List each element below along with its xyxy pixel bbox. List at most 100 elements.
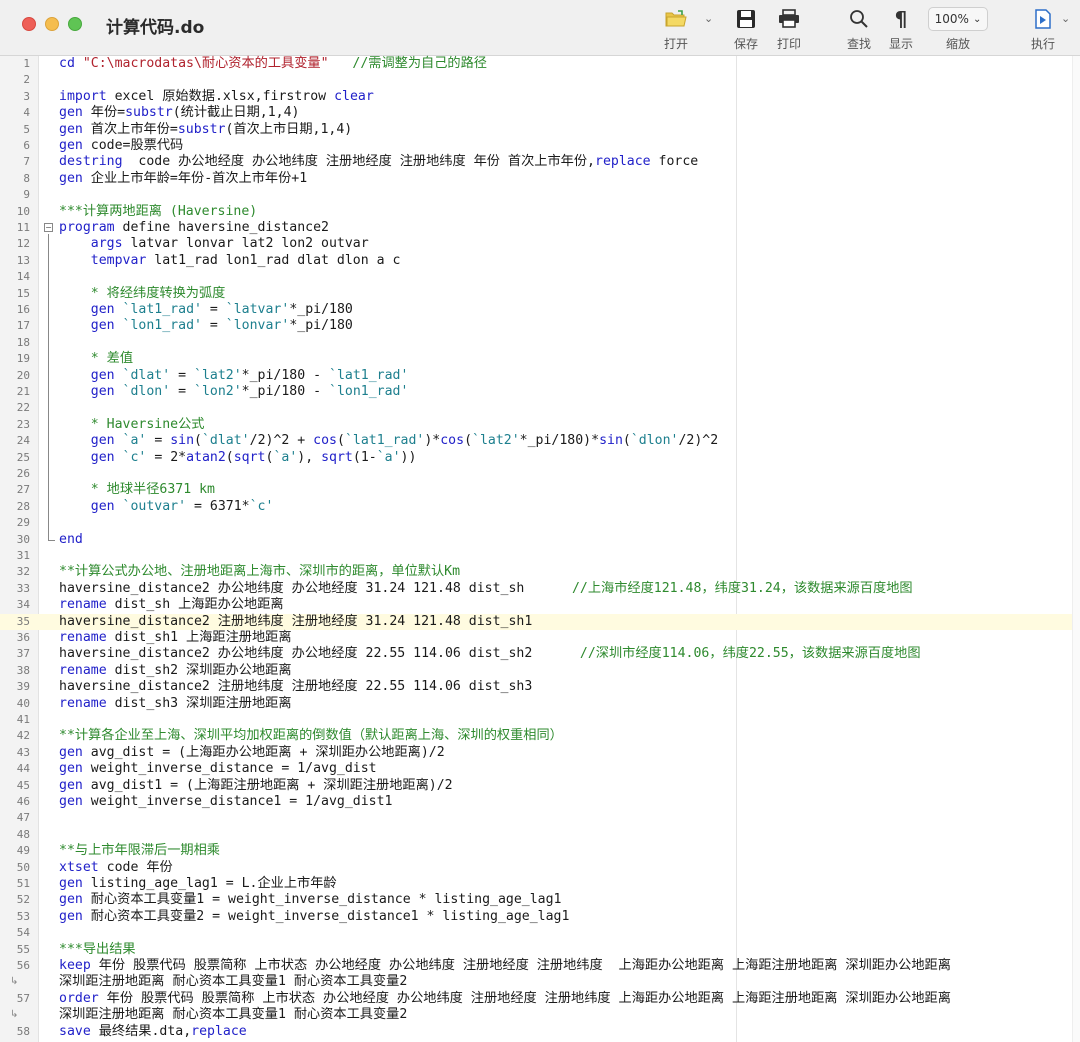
code-line[interactable]: 8 gen 企业上市年龄=年份-首次上市年份+1 xyxy=(0,171,1072,187)
code-line[interactable]: 46 gen weight_inverse_distance1 = 1/avg_d… xyxy=(0,794,1072,810)
code-line[interactable]: 14 xyxy=(0,269,1072,285)
code-line[interactable]: 20 gen `dlat' = `lat2'*_pi/180 - `lat1_r… xyxy=(0,368,1072,384)
code-line[interactable]: 51 gen listing_age_lag1 = L.企业上市年龄 xyxy=(0,876,1072,892)
code-line[interactable]: 7 destring code 办公地经度 办公地纬度 注册地经度 注册地纬度 年… xyxy=(0,154,1072,170)
code-line[interactable]: 41 xyxy=(0,712,1072,728)
code-line[interactable]: 56 keep 年份 股票代码 股票简称 上市状态 办公地经度 办公地纬度 注册地… xyxy=(0,958,1072,974)
code-line[interactable]: 10 ***计算两地距离 (Haversine) xyxy=(0,204,1072,220)
code-line[interactable]: 11 program define haversine_distance2 xyxy=(0,220,1072,236)
code-line[interactable]: 52 gen 耐心资本工具变量1 = weight_inverse_distanc… xyxy=(0,892,1072,908)
code-line[interactable]: 45 gen avg_dist1 = (上海距注册地距离 + 深圳距注册地距离)/… xyxy=(0,778,1072,794)
code-line[interactable]: 4 gen 年份=substr(统计截止日期,1,4) xyxy=(0,105,1072,121)
print-button[interactable]: 打印 xyxy=(774,6,804,54)
code-token: rename xyxy=(59,630,107,645)
code-line[interactable]: 22 xyxy=(0,400,1072,416)
code-line[interactable]: 27 * 地球半径6371 km xyxy=(0,482,1072,498)
code-line[interactable]: 19 * 差值 xyxy=(0,351,1072,367)
code-token: rename xyxy=(59,695,107,711)
code-line[interactable]: 58 save 最终结果.dta,replace xyxy=(0,1024,1072,1040)
code-line[interactable]: 35 haversine_distance2 注册地纬度 注册地经度 31.24 … xyxy=(0,613,1072,630)
code-line[interactable]: 49 **与上市年限滞后一期相乘 xyxy=(0,843,1072,859)
code-line[interactable]: 40 rename dist_sh3 深圳距注册地距离 xyxy=(0,696,1072,712)
code-line[interactable]: 25 gen `c' = 2*atan2(sqrt(`a'), sqrt(1-`… xyxy=(0,450,1072,466)
chevron-down-icon[interactable]: ⌄ xyxy=(1061,12,1070,25)
code-line[interactable]: 6 gen code=股票代码 xyxy=(0,138,1072,154)
fold-toggle-icon[interactable]: − xyxy=(44,223,53,232)
code-line[interactable]: 38 rename dist_sh2 深圳距办公地距离 xyxy=(0,663,1072,679)
chevron-down-icon[interactable]: ⌄ xyxy=(704,12,713,25)
open-button[interactable]: 打开 xyxy=(662,6,690,54)
code-line[interactable]: 53 gen 耐心资本工具变量2 = weight_inverse_distanc… xyxy=(0,909,1072,925)
code-line[interactable]: 50 xtset code 年份 xyxy=(0,860,1072,876)
code-line[interactable]: 12 args latvar lonvar lat2 lon2 outvar xyxy=(0,236,1072,252)
code-line[interactable]: 34 rename dist_sh 上海距办公地距离 xyxy=(0,597,1072,613)
code-line[interactable]: 36 rename dist_sh1 上海距注册地距离 xyxy=(0,630,1072,646)
minimize-window-button[interactable] xyxy=(45,17,59,31)
code-token: **与上市年限滞后一期相乘 xyxy=(59,843,220,859)
code-text: save 最终结果.dta,replace xyxy=(59,1024,247,1040)
code-line[interactable]: 39 haversine_distance2 注册地纬度 注册地经度 22.55 … xyxy=(0,679,1072,695)
code-line[interactable]: 深圳距注册地距离 耐心资本工具变量1 耐心资本工具变量2 xyxy=(0,1007,1072,1023)
code-line[interactable]: 44 gen weight_inverse_distance = 1/avg_di… xyxy=(0,761,1072,777)
code-token: `dlat' xyxy=(122,367,171,383)
code-line[interactable]: 15 * 将经纬度转换为弧度 xyxy=(0,286,1072,302)
code-line[interactable]: 43 gen avg_dist = (上海距办公地距离 + 深圳距办公地距离)/2 xyxy=(0,745,1072,761)
line-number: 52 xyxy=(16,893,30,907)
code-editor[interactable]: 1 cd "C:\macrodatas\耐心资本的工具变量" //需调整为自己的路… xyxy=(0,56,1080,1042)
show-button[interactable]: ¶ 显示 xyxy=(887,6,915,54)
code-line[interactable]: 26 xyxy=(0,466,1072,482)
code-line[interactable]: 2 xyxy=(0,72,1072,88)
code-line[interactable]: 55 ***导出结果 xyxy=(0,942,1072,958)
save-button[interactable]: 保存 xyxy=(732,6,760,54)
code-line[interactable]: 18 xyxy=(0,335,1072,351)
code-line[interactable]: 31 xyxy=(0,548,1072,564)
vertical-scrollbar[interactable] xyxy=(1072,56,1080,1042)
code-line[interactable]: 1 cd "C:\macrodatas\耐心资本的工具变量" //需调整为自己的路… xyxy=(0,56,1072,72)
code-line[interactable]: 37 haversine_distance2 办公地纬度 办公地经度 22.55 … xyxy=(0,646,1072,662)
code-line[interactable]: 9 xyxy=(0,187,1072,203)
code-token: sqrt xyxy=(321,449,353,465)
line-number: 21 xyxy=(16,385,30,398)
code-line[interactable]: 13 tempvar lat1_rad lon1_rad dlat dlon a… xyxy=(0,253,1072,269)
code-text: gen code=股票代码 xyxy=(59,138,183,154)
code-line[interactable]: 33 haversine_distance2 办公地纬度 办公地经度 31.24 … xyxy=(0,581,1072,597)
code-line[interactable]: 24 gen `a' = sin(`dlat'/2)^2 + cos(`lat1… xyxy=(0,433,1072,449)
code-line[interactable]: 3 import excel 原始数据.xlsx,firstrow clear xyxy=(0,89,1072,105)
line-number: 17 xyxy=(16,319,30,333)
code-line[interactable]: 42 **计算各企业至上海、深圳平均加权距离的倒数值（默认距离上海、深圳的权重相同… xyxy=(0,728,1072,744)
zoom-select[interactable]: 100% ⌄ xyxy=(928,7,988,31)
code-line[interactable]: 29 xyxy=(0,515,1072,531)
code-line[interactable]: 16 gen `lat1_rad' = `latvar'*_pi/180 xyxy=(0,302,1072,318)
code-line[interactable]: 28 gen `outvar' = 6371*`c' xyxy=(0,499,1072,515)
code-token: *_pi/180)* xyxy=(519,433,600,449)
code-line[interactable]: 30 end xyxy=(0,532,1072,548)
code-line[interactable]: 深圳距注册地距离 耐心资本工具变量1 耐心资本工具变量2 xyxy=(0,974,1072,990)
code-line[interactable]: 48 xyxy=(0,827,1072,843)
code-line[interactable]: 23 * Haversine公式 xyxy=(0,417,1072,433)
code-line[interactable]: 17 gen `lon1_rad' = `lonvar'*_pi/180 xyxy=(0,318,1072,334)
code-line[interactable]: 5 gen 首次上市年份=substr(首次上市日期,1,4) xyxy=(0,122,1072,138)
line-number: 13 xyxy=(16,253,30,267)
close-window-button[interactable] xyxy=(22,17,36,31)
code-line[interactable]: 54 xyxy=(0,925,1072,941)
code-text: gen weight_inverse_distance1 = 1/avg_dis… xyxy=(59,794,392,810)
run-button[interactable]: 执行 xyxy=(1028,6,1058,54)
code-line[interactable]: 32 **计算公式办公地、注册地距离上海市、深圳市的距离，单位默认Km xyxy=(0,564,1072,580)
zoom-window-button[interactable] xyxy=(68,17,82,31)
code-token: ***导出结果 xyxy=(59,941,136,957)
code-token: `latvar' xyxy=(225,302,290,317)
code-token: avg_dist = (上海距办公地距离 + 深圳距办公地距离)/2 xyxy=(82,744,445,760)
code-line[interactable]: 47 xyxy=(0,810,1072,826)
code-token: * Haversine公式 xyxy=(90,416,205,432)
zoom-control[interactable]: 100% ⌄ 缩放 xyxy=(928,6,988,54)
code-text: ***计算两地距离 (Haversine) xyxy=(59,204,257,220)
code-token: gen xyxy=(59,121,83,137)
code-token: `lonvar' xyxy=(225,318,290,334)
code-token: gen xyxy=(59,876,83,891)
code-token: gen xyxy=(59,170,83,186)
find-button[interactable]: 查找 xyxy=(845,6,873,54)
code-line[interactable]: 21 gen `dlon' = `lon2'*_pi/180 - `lon1_r… xyxy=(0,384,1072,400)
code-line[interactable]: 57 order 年份 股票代码 股票简称 上市状态 办公地经度 办公地纬度 注册… xyxy=(0,991,1072,1007)
